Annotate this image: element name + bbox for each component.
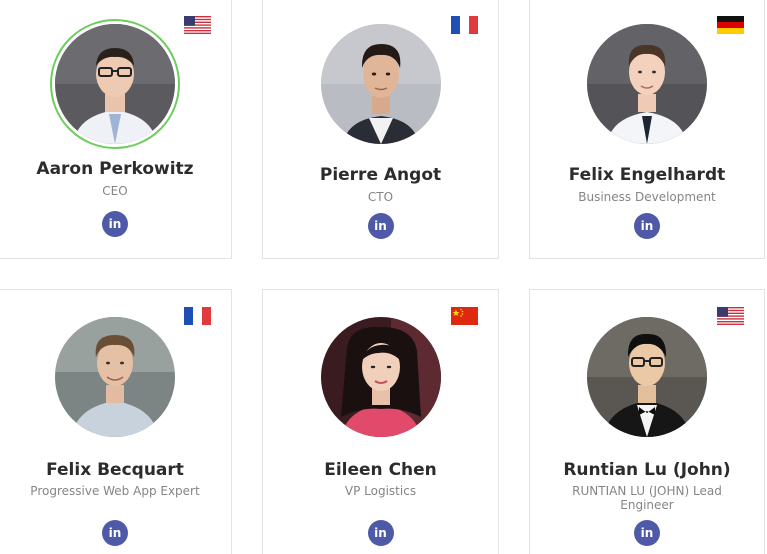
member-role: VP Logistics <box>344 484 417 498</box>
team-card: Felix Becquart Progressive Web App Exper… <box>0 289 232 554</box>
us-flag-icon <box>717 307 744 325</box>
avatar <box>587 317 707 437</box>
avatar <box>55 24 175 144</box>
team-card: Runtian Lu (John) RUNTIAN LU (JOHN) Lead… <box>529 289 765 554</box>
fr-flag-icon <box>184 307 211 325</box>
avatar <box>320 24 441 144</box>
member-role: CEO <box>102 184 128 198</box>
us-flag-icon <box>184 16 211 34</box>
team-grid: Aaron Perkowitz CEO in Pierre Angot CTO <box>0 0 767 554</box>
linkedin-icon[interactable]: in <box>367 520 394 546</box>
cn-flag-icon <box>451 307 478 325</box>
avatar <box>587 24 707 144</box>
member-role: CTO <box>367 190 394 204</box>
linkedin-icon[interactable]: in <box>102 211 128 237</box>
team-card: Felix Engelhardt Business Development in <box>529 0 765 259</box>
linkedin-icon[interactable]: in <box>634 213 660 239</box>
member-name: Felix Becquart <box>46 460 184 480</box>
member-name: Pierre Angot <box>319 165 442 185</box>
member-name: Felix Engelhardt <box>568 165 726 185</box>
member-role: Progressive Web App Expert <box>30 484 200 498</box>
avatar <box>320 317 441 437</box>
team-card: Aaron Perkowitz CEO in <box>0 0 232 259</box>
de-flag-icon <box>717 16 744 34</box>
member-role: RUNTIAN LU (JOHN) Lead Engineer <box>572 484 722 512</box>
member-name: Runtian Lu (John) <box>563 460 731 480</box>
member-name: Aaron Perkowitz <box>36 159 194 179</box>
linkedin-icon[interactable]: in <box>102 520 128 546</box>
member-role: Business Development <box>578 190 716 204</box>
team-card: Pierre Angot CTO in <box>262 0 499 259</box>
linkedin-icon[interactable]: in <box>367 213 394 239</box>
avatar <box>55 317 175 437</box>
linkedin-icon[interactable]: in <box>634 520 660 546</box>
member-name: Eileen Chen <box>324 460 437 480</box>
fr-flag-icon <box>451 16 478 34</box>
team-card: Eileen Chen VP Logistics in <box>262 289 499 554</box>
